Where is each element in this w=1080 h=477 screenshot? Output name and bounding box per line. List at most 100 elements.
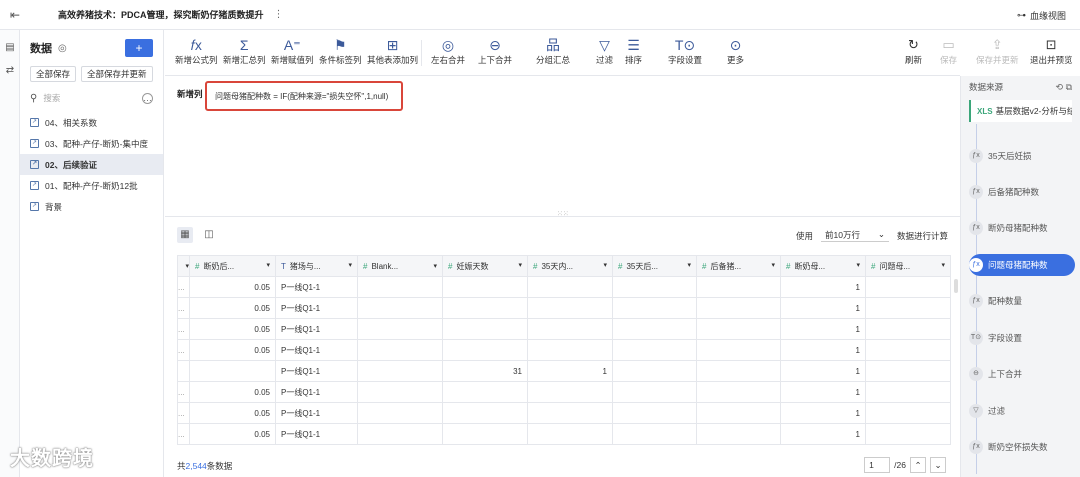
flow-step[interactable]: ƒx 后备猪配种数 [969,181,1075,203]
table-cell[interactable]: 0.05 [189,381,276,403]
grid-view-icon[interactable]: ▦ [177,227,193,243]
column-header[interactable]: #35天内... ▾ [527,255,613,277]
table-cell[interactable] [357,297,443,319]
table-cell[interactable] [357,276,443,298]
table-cell[interactable] [612,402,697,424]
column-menu-icon[interactable]: ▾ [941,261,945,269]
add-summary-column-button[interactable]: Σ 新增汇总列 [223,36,266,66]
other-table-column-button[interactable]: ⊞ 其他表添加列 [367,36,418,66]
column-header[interactable]: # 断奶后... ▾ [189,255,276,277]
flow-step[interactable]: ⊖ 上下合并 [969,363,1075,385]
dataset-item[interactable]: ↗ 01、配种-产仔-断奶12批 [20,175,163,196]
settings-icon[interactable]: ◎ [58,43,67,54]
table-cell[interactable]: 0.05 [189,297,276,319]
column-menu-icon[interactable]: ▾ [771,261,775,269]
dataset-item[interactable]: ↗ 02、后续验证 [20,154,163,175]
field-settings-button[interactable]: T⊙ 字段设置 [668,36,702,66]
table-cell[interactable] [527,276,613,298]
table-cell[interactable] [527,423,613,445]
table-cell[interactable] [357,339,443,361]
flow-step[interactable]: ƒx 35天后妊损 [969,145,1075,167]
table-cell[interactable] [696,423,781,445]
column-menu-icon[interactable]: ▾ [518,261,522,269]
table-cell[interactable] [696,318,781,340]
exit-preview-button[interactable]: ⊡ 退出并预览 [1030,36,1073,66]
filter-button[interactable]: ▽ 过滤 [596,36,613,66]
group-summary-button[interactable]: 品分组汇总 [536,36,570,66]
table-cell[interactable] [865,402,951,424]
table-cell[interactable] [357,318,443,340]
table-cell[interactable]: P一线Q1-1 [275,318,358,340]
table-cell[interactable] [527,297,613,319]
layout-view-icon[interactable]: ◫ [201,227,217,243]
back-icon[interactable]: ⇤ [0,8,30,22]
table-cell[interactable]: P一线Q1-1 [275,339,358,361]
flow-icon[interactable]: ⇄ [0,65,20,76]
column-header[interactable]: # 后备猪... ▾ [696,255,781,277]
table-cell[interactable]: 1 [780,318,866,340]
table-cell[interactable] [865,339,951,361]
save-all-update-button[interactable]: 全部保存并更新 [81,66,153,82]
flow-step[interactable]: ƒx 断奶母猪配种数 [969,217,1075,239]
refresh-button[interactable]: ↻ 刷新 [905,36,922,66]
table-cell[interactable]: ... [177,339,190,361]
left-right-merge-button[interactable]: ◎ 左右合并 [431,36,465,66]
column-menu-icon[interactable]: ▾ [856,261,860,269]
table-cell[interactable] [865,276,951,298]
table-cell[interactable]: P一线Q1-1 [275,402,358,424]
table-cell[interactable] [527,339,613,361]
table-cell[interactable] [696,402,781,424]
page-input[interactable]: 1 [864,457,891,473]
table-cell[interactable]: P一线Q1-1 [275,381,358,403]
add-formula-column-button[interactable]: 𝑓x 新增公式列 [175,36,218,66]
table-cell[interactable]: 1 [780,339,866,361]
table-cell[interactable] [442,276,528,298]
search-bar[interactable]: ⚲ 搜索 … [20,90,163,106]
column-header[interactable]: # 断奶母... ▾ [780,255,866,277]
table-cell[interactable]: ... [177,276,190,298]
table-cell[interactable]: ... [177,297,190,319]
save-all-button[interactable]: 全部保存 [30,66,77,82]
table-cell[interactable] [442,339,528,361]
add-button[interactable]: + [125,39,153,57]
table-cell[interactable] [442,423,528,445]
table-cell[interactable] [612,276,697,298]
table-cell[interactable] [357,423,443,445]
flow-step[interactable]: ƒx 断奶空怀损失数 [969,436,1075,458]
add-assign-column-button[interactable]: A⁼ 新增赋值列 [271,36,314,66]
table-cell[interactable]: 1 [780,402,866,424]
table-cell[interactable]: 1 [780,297,866,319]
column-header[interactable]: #35天后... ▾ [612,255,697,277]
more-button[interactable]: ⊙ 更多 [727,36,744,66]
save-update-button[interactable]: ⇪ 保存并更新 [976,36,1019,66]
table-cell[interactable]: 0.05 [189,402,276,424]
up-down-merge-button[interactable]: ⊖ 上下合并 [478,36,512,66]
column-header[interactable]: # 问题母... ▾ [865,255,951,277]
table-cell[interactable] [442,297,528,319]
column-menu-icon[interactable]: ▾ [687,261,691,269]
table-cell[interactable] [612,423,697,445]
table-cell[interactable] [357,402,443,424]
table-cell[interactable]: P一线Q1-1 [275,297,358,319]
table-cell[interactable]: 1 [780,276,866,298]
dataset-icon[interactable]: ▤ [0,42,20,53]
table-cell[interactable] [527,318,613,340]
column-header[interactable]: # 妊娠天数 ▾ [442,255,528,277]
table-cell[interactable] [177,360,190,382]
save-button[interactable]: ▭ 保存 [940,36,957,66]
table-cell[interactable] [612,339,697,361]
table-cell[interactable]: ... [177,402,190,424]
table-cell[interactable] [357,360,443,382]
table-cell[interactable] [357,381,443,403]
flow-step[interactable]: ƒx 问题母猪配种数 [969,254,1075,276]
dataset-item[interactable]: ↗ 04、相关系数 [20,112,163,133]
table-cell[interactable]: P一线Q1-1 [275,360,358,382]
table-cell[interactable] [865,381,951,403]
flow-step[interactable]: ▽ 过滤 [969,400,1075,422]
table-cell[interactable]: 0.05 [189,423,276,445]
table-cell[interactable] [612,297,697,319]
table-cell[interactable] [865,423,951,445]
flow-step[interactable]: ƒx 配种数量 [969,290,1075,312]
table-cell[interactable] [865,360,951,382]
table-cell[interactable]: 0.05 [189,276,276,298]
